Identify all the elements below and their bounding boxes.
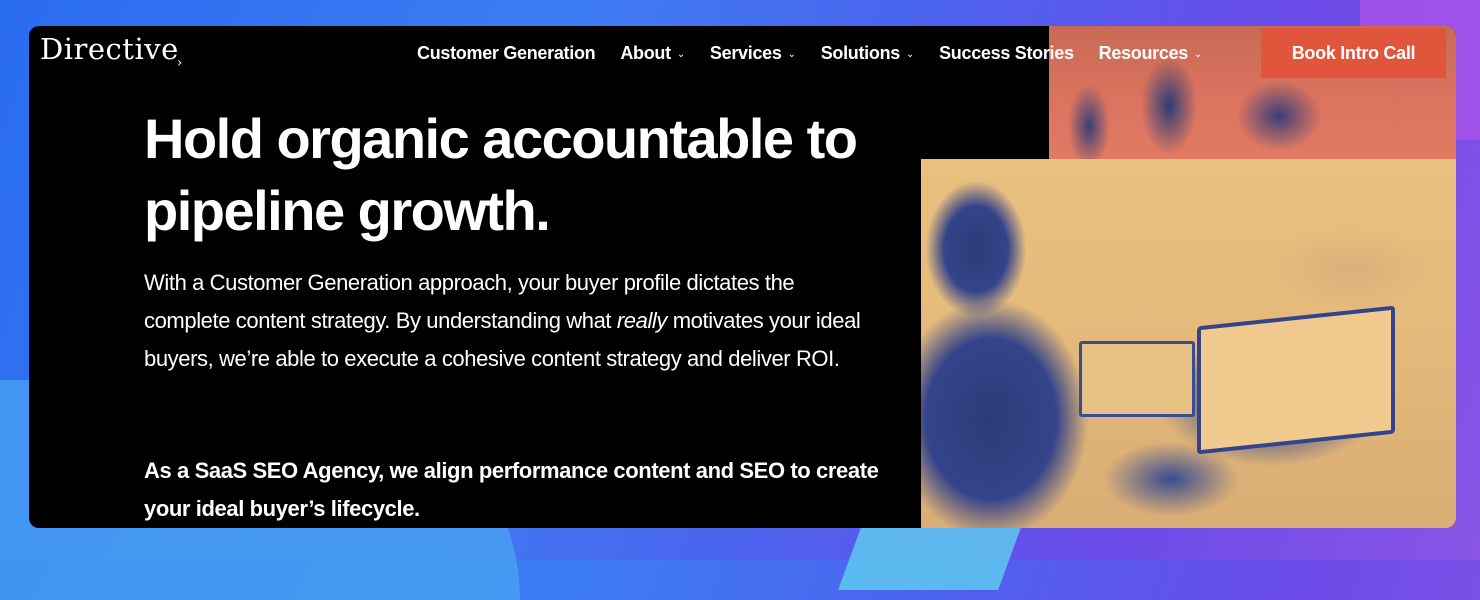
- nav-item-label: About: [620, 43, 671, 63]
- nav-item-label: Customer Generation: [417, 43, 596, 63]
- nav-item-success-stories[interactable]: Success Stories: [939, 43, 1074, 64]
- arrow-icon: ›: [176, 55, 183, 71]
- nav-item-label: Services: [709, 43, 782, 63]
- hero-description: With a Customer Generation approach, you…: [144, 264, 884, 378]
- hero-description-emphasis: really: [616, 308, 668, 333]
- logo-text: Directive: [40, 32, 179, 66]
- laptop-illustration: [1079, 341, 1195, 417]
- hero-agency-statement: As a SaaS SEO Agency, we align performan…: [144, 458, 879, 521]
- nav-item-services[interactable]: Services ⌄: [710, 43, 796, 64]
- nav-item-about[interactable]: About ⌄: [620, 43, 685, 64]
- nav-item-label: Solutions: [820, 43, 901, 63]
- chevron-down-icon: ⌄: [676, 49, 685, 60]
- nav-item-customer-generation[interactable]: Customer Generation: [417, 43, 596, 64]
- nav-item-label: Success Stories: [939, 43, 1074, 63]
- chevron-down-icon: ⌄: [905, 49, 915, 60]
- book-intro-call-button[interactable]: Book Intro Call: [1261, 28, 1446, 78]
- main-nav: Customer Generation About ⌄ Services ⌄ S…: [417, 43, 1202, 64]
- monitor-illustration: [1197, 305, 1395, 455]
- nav-item-resources[interactable]: Resources ⌄: [1098, 43, 1203, 64]
- hero-headline: Hold organic accountable to pipeline gro…: [144, 107, 858, 242]
- nav-item-solutions[interactable]: Solutions ⌄: [820, 43, 915, 64]
- nav-item-label: Resources: [1098, 43, 1189, 63]
- logo[interactable]: Directive›: [40, 32, 185, 71]
- chevron-down-icon: ⌄: [787, 49, 796, 60]
- chevron-down-icon: ⌄: [1194, 49, 1203, 60]
